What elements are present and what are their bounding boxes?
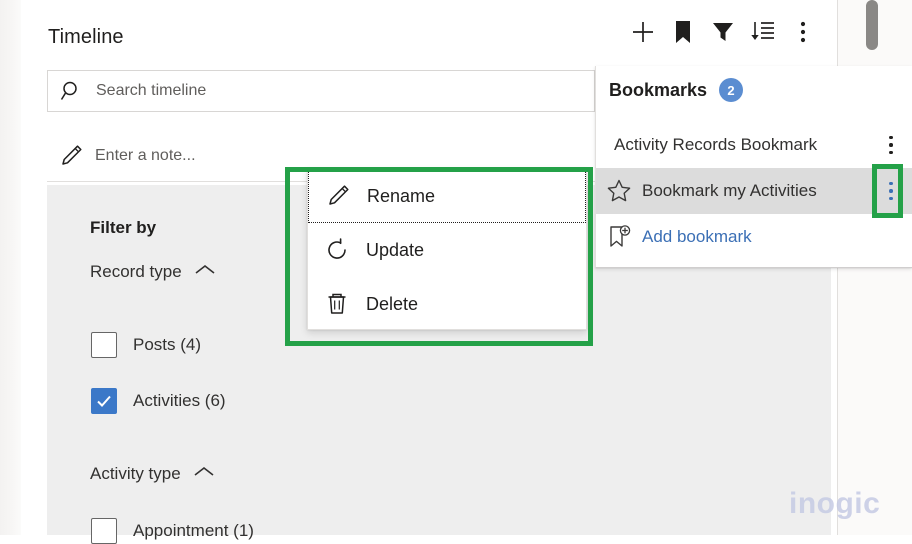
more-vertical-icon	[889, 135, 893, 140]
filter-group-label: Activity type	[90, 464, 181, 483]
bookmarks-header: Bookmarks 2	[609, 78, 744, 102]
more-commands-button[interactable]	[783, 16, 823, 52]
bookmarks-button[interactable]	[663, 16, 703, 52]
app-root: Timeline Search timeline Enter a note...…	[0, 0, 912, 544]
trash-icon	[308, 290, 366, 318]
bookmarks-flyout: Bookmarks 2 Activity Records Bookmark Bo…	[595, 66, 912, 268]
pencil-icon	[47, 142, 95, 170]
bookmarks-title: Bookmarks	[609, 79, 708, 100]
bookmark-item-more-button[interactable]	[877, 125, 905, 165]
filter-option-posts[interactable]: Posts (4)	[91, 332, 201, 358]
note-placeholder: Enter a note...	[95, 146, 196, 164]
timeline-toolbar	[623, 16, 823, 52]
context-menu-item-label: Update	[366, 239, 425, 260]
chevron-up-icon	[193, 465, 215, 484]
star-outline-icon	[596, 178, 642, 204]
more-vertical-icon-dot	[889, 189, 893, 193]
checkbox-checked[interactable]	[91, 388, 117, 414]
checkbox-unchecked[interactable]	[91, 332, 117, 358]
bookmark-filled-icon	[672, 19, 694, 50]
more-vertical-icon-dot	[889, 143, 893, 147]
filter-group-label: Record type	[90, 262, 182, 281]
filter-group-record-type[interactable]: Record type	[90, 262, 216, 282]
more-vertical-icon	[800, 20, 806, 49]
watermark: inogic	[789, 487, 881, 520]
page-title: Timeline	[48, 26, 124, 48]
filter-option-label: Appointment (1)	[133, 521, 254, 540]
search-input[interactable]	[96, 82, 566, 100]
context-menu-item-label: Delete	[366, 293, 419, 314]
pencil-icon	[309, 182, 367, 210]
filter-option-activities[interactable]: Activities (6)	[91, 388, 226, 414]
sort-button[interactable]	[743, 16, 783, 52]
context-menu-item-update[interactable]: Update	[308, 223, 586, 277]
add-bookmark-item[interactable]: Add bookmark	[596, 214, 912, 260]
more-vertical-icon-dot	[889, 196, 893, 201]
sort-descending-icon	[749, 19, 777, 50]
scrollbar-thumb[interactable]	[866, 0, 878, 50]
bookmarks-count-badge: 2	[719, 78, 744, 102]
context-menu-item-delete[interactable]: Delete	[308, 277, 586, 331]
refresh-icon	[308, 236, 366, 264]
more-vertical-icon-dot	[889, 150, 893, 155]
context-menu-item-rename[interactable]: Rename	[308, 169, 586, 223]
search-box[interactable]	[47, 70, 595, 112]
bookmark-item-more-button-selected[interactable]	[877, 171, 905, 211]
filter-option-appointment[interactable]: Appointment (1)	[91, 518, 254, 544]
chevron-up-icon	[194, 263, 216, 282]
bookmark-add-icon	[596, 224, 642, 250]
filter-group-activity-type[interactable]: Activity type	[90, 464, 215, 484]
checkbox-unchecked[interactable]	[91, 518, 117, 544]
filter-by-heading: Filter by	[90, 218, 157, 237]
bookmark-item-label: Activity Records Bookmark	[614, 135, 818, 154]
context-menu-item-label: Rename	[367, 185, 436, 206]
search-icon	[48, 79, 96, 103]
bookmark-item-label: Bookmark my Activities	[642, 181, 817, 200]
filter-option-label: Activities (6)	[133, 391, 226, 410]
more-vertical-icon	[889, 181, 893, 186]
plus-icon	[630, 19, 656, 50]
add-button[interactable]	[623, 16, 663, 52]
add-bookmark-label: Add bookmark	[642, 227, 752, 246]
bookmark-context-menu: Rename Update Delete	[307, 168, 587, 330]
bookmark-item-my-activities[interactable]: Bookmark my Activities	[596, 168, 912, 214]
filter-option-label: Posts (4)	[133, 335, 202, 354]
funnel-icon	[710, 19, 736, 50]
left-gutter	[0, 0, 21, 535]
timeline-header: Timeline	[21, 0, 837, 66]
filter-button[interactable]	[703, 16, 743, 52]
bookmark-item-activity-records[interactable]: Activity Records Bookmark	[596, 122, 912, 168]
